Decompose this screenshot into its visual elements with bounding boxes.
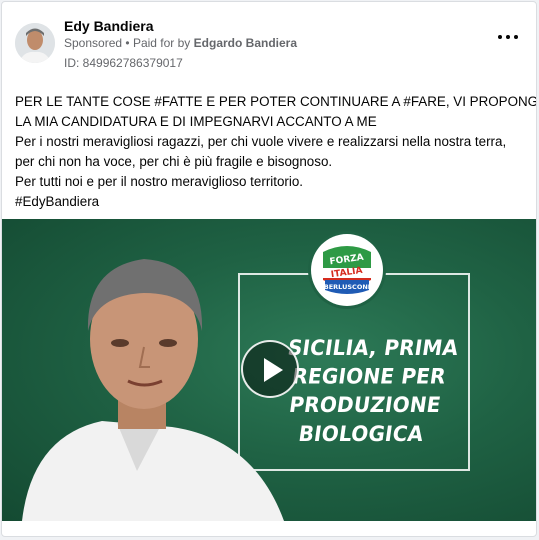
ad-id: ID: 849962786379017	[64, 56, 183, 70]
post-text-line: Per tutti noi e per il nostro meraviglio…	[15, 174, 304, 189]
sponsored-meta: Sponsored • Paid for by Edgardo Bandiera	[64, 36, 297, 50]
video-headline: SICILIA, PRIMA REGIONE PER PRODUZIONE BI…	[264, 334, 470, 448]
author-avatar[interactable]	[15, 23, 55, 63]
post-header: Edy Bandiera Sponsored • Paid for by Edg…	[2, 2, 536, 82]
more-dot	[506, 35, 510, 39]
video-player[interactable]: FORZA ITALIA BERLUSCONI SICILIA, PRIMA R…	[2, 219, 536, 521]
ad-card: Edy Bandiera Sponsored • Paid for by Edg…	[1, 1, 537, 537]
post-text-line: Per i nostri meravigliosi ragazzi, per c…	[15, 134, 507, 149]
sponsored-label: Sponsored	[64, 36, 123, 50]
headline-line: PRODUZIONE	[287, 392, 443, 418]
headline-line: SICILIA, PRIMA	[286, 334, 461, 361]
post-text: PER LE TANTE COSE #FATTE E PER POTER CON…	[15, 92, 537, 212]
post-text-line: per chi non ha voce, per chi è più fragi…	[15, 154, 333, 169]
dot-separator: •	[125, 36, 133, 50]
author-name[interactable]: Edy Bandiera	[64, 18, 153, 34]
hashtag-link[interactable]: #EdyBandiera	[15, 192, 530, 212]
forza-italia-logo: FORZA ITALIA BERLUSCONI	[311, 234, 383, 306]
headline-line: BIOLOGICA	[296, 420, 426, 447]
headline-line: REGIONE PER	[290, 363, 448, 389]
more-options-icon[interactable]	[498, 32, 518, 42]
paid-by-name: Edgardo Bandiera	[193, 36, 298, 50]
post-text-line: PER LE TANTE COSE #FATTE E PER POTER CON…	[15, 94, 537, 109]
more-dot	[498, 35, 502, 39]
more-dot	[514, 35, 518, 39]
svg-text:BERLUSCONI: BERLUSCONI	[324, 283, 370, 291]
paid-for-label: Paid for by	[132, 36, 191, 50]
post-text-line: LA MIA CANDIDATURA E DI IMPEGNARVI ACCAN…	[15, 114, 377, 129]
play-icon[interactable]	[241, 340, 299, 398]
